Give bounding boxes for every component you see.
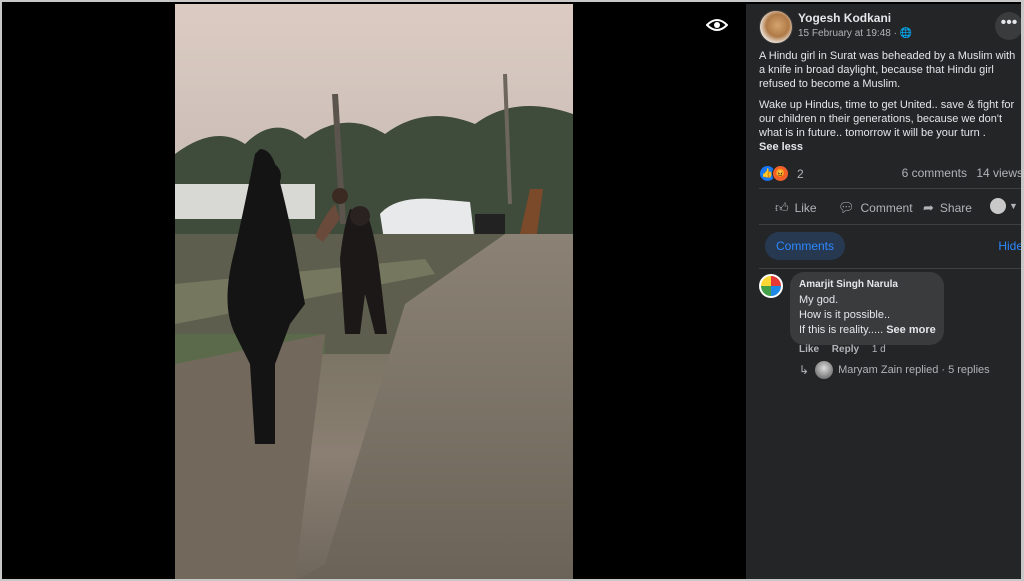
video-area bbox=[2, 2, 746, 579]
reply-arrow-icon: ↳ bbox=[799, 363, 810, 377]
more-options-button[interactable]: ••• bbox=[995, 12, 1021, 40]
video-frame-image bbox=[175, 4, 573, 579]
replies-text: Maryam Zain replied · 5 replies bbox=[838, 364, 990, 376]
post-actions: 👍︎ Like 💬︎ Comment ➦ Share ▼ bbox=[759, 194, 1021, 222]
author-avatar[interactable] bbox=[759, 10, 793, 44]
see-more-link[interactable]: See more bbox=[886, 324, 936, 336]
comments-count[interactable]: 6 comments bbox=[902, 166, 967, 180]
thumbs-up-icon: 👍︎ bbox=[775, 200, 789, 215]
viewer-frame: Yogesh Kodkani 15 February at 19:48 · 🌐 … bbox=[0, 0, 1024, 581]
share-button[interactable]: ➦ Share bbox=[923, 200, 972, 216]
comment-bubble: Amarjit Singh Narula My god. How is it p… bbox=[790, 272, 944, 345]
reaction-count: 2 bbox=[797, 166, 804, 181]
post-meta: 15 February at 19:48 · 🌐 bbox=[798, 28, 913, 39]
see-less-link[interactable]: See less bbox=[759, 141, 803, 153]
view-replies-link[interactable]: ↳ Maryam Zain replied · 5 replies bbox=[799, 361, 990, 379]
comment-icon: 💬︎ bbox=[838, 200, 855, 215]
comment-like-button[interactable]: Like bbox=[799, 344, 819, 355]
profile-avatar-icon bbox=[990, 198, 1006, 214]
reactions-summary[interactable]: 👍 😡 2 bbox=[759, 165, 804, 182]
comment-line-2: How is it possible.. bbox=[799, 309, 891, 321]
post-paragraph-2: Wake up Hindus, time to get United.. sav… bbox=[759, 99, 1015, 153]
globe-icon: 🌐 bbox=[899, 28, 913, 39]
commenter-avatar[interactable] bbox=[759, 274, 783, 298]
post-paragraph-1: A Hindu girl in Surat was beheaded by a … bbox=[759, 50, 1016, 90]
angry-icon: 😡 bbox=[772, 165, 789, 182]
post-text: A Hindu girl in Surat was beheaded by a … bbox=[759, 49, 1021, 161]
caret-down-icon: ▼ bbox=[1009, 201, 1018, 211]
divider bbox=[759, 224, 1021, 225]
comment-line-3: If this is reality..... See more bbox=[799, 324, 936, 336]
hide-eye-icon[interactable] bbox=[704, 12, 730, 38]
post-date[interactable]: 15 February at 19:48 bbox=[798, 28, 891, 39]
hide-comments-link[interactable]: Hide bbox=[998, 239, 1021, 253]
comment-actions: Like Reply 1 d bbox=[799, 344, 896, 355]
comment-time[interactable]: 1 d bbox=[872, 344, 886, 355]
share-icon: ➦ bbox=[923, 200, 934, 215]
comment-reply-button[interactable]: Reply bbox=[832, 344, 859, 355]
video-player[interactable] bbox=[175, 4, 573, 579]
post-stats: 6 comments 14 views bbox=[902, 166, 1023, 180]
author-name[interactable]: Yogesh Kodkani bbox=[798, 11, 891, 25]
like-button[interactable]: 👍︎ Like bbox=[775, 200, 817, 216]
reaction-identity-selector[interactable]: ▼ bbox=[990, 198, 1018, 214]
replier-avatar bbox=[815, 361, 834, 379]
divider bbox=[759, 268, 1021, 269]
comments-tabs: Comments Hide bbox=[759, 232, 1021, 262]
tab-comments[interactable]: Comments bbox=[765, 232, 846, 260]
views-count: 14 views bbox=[976, 166, 1023, 180]
post-panel: Yogesh Kodkani 15 February at 19:48 · 🌐 … bbox=[746, 4, 1023, 579]
comment-author[interactable]: Amarjit Singh Narula bbox=[799, 279, 935, 290]
comment-line-1: My god. bbox=[799, 294, 839, 306]
divider bbox=[759, 188, 1021, 189]
comment-button[interactable]: 💬︎ Comment bbox=[838, 200, 913, 216]
